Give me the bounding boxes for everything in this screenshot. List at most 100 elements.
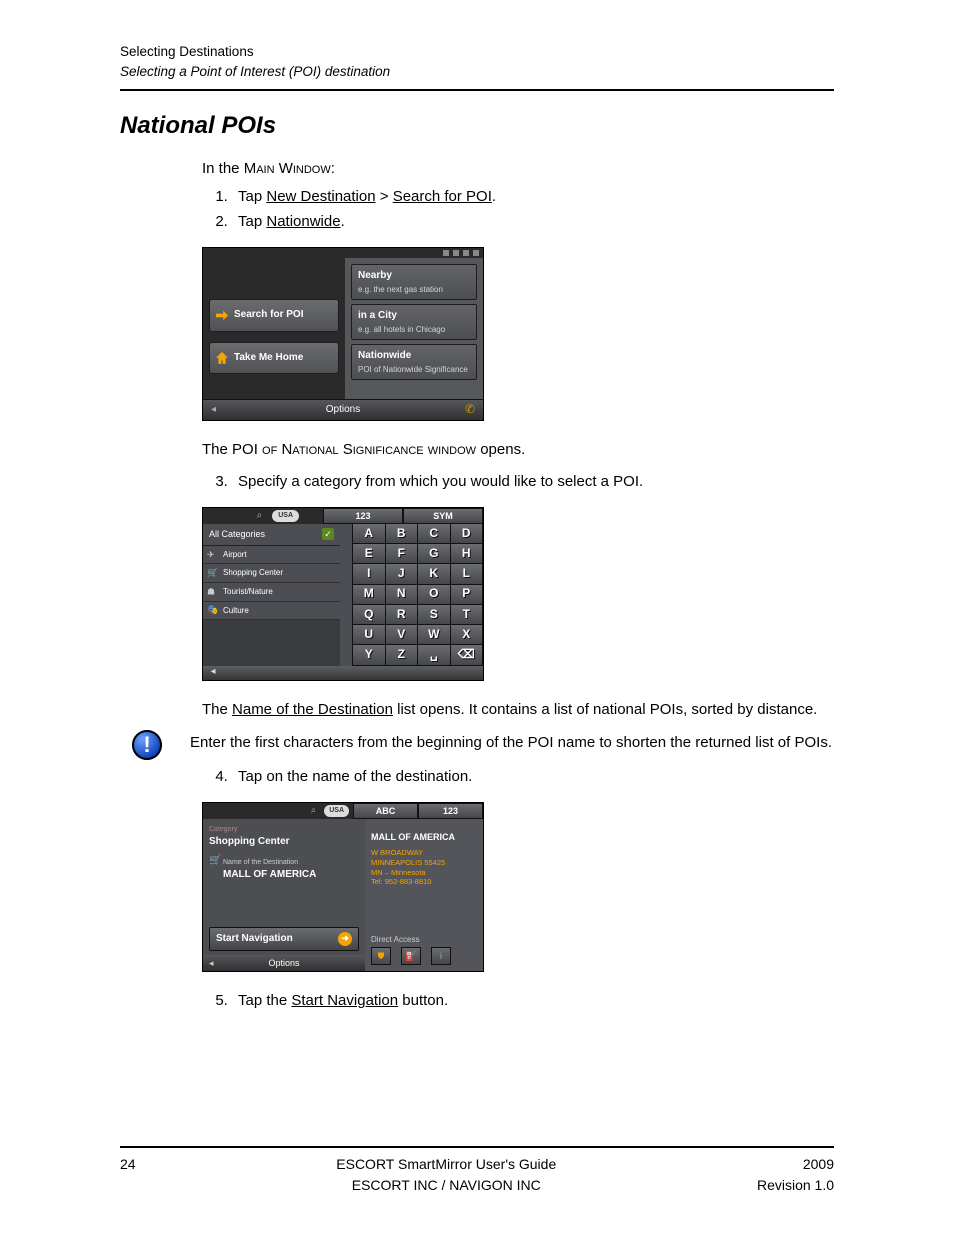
key-backspace[interactable]: ⌫ [451, 645, 483, 664]
note-block: ! Enter the first characters from the be… [132, 730, 834, 760]
key-l[interactable]: L [451, 564, 483, 583]
category-value: Shopping Center [209, 835, 359, 850]
steps-list-a: Tap New Destination > Search for POI. Ta… [212, 186, 834, 234]
key-c[interactable]: C [418, 524, 450, 543]
dest-name-label: Name of the Destination [223, 858, 359, 868]
direct-access-btn-3[interactable]: i [431, 947, 451, 965]
key-n[interactable]: N [386, 585, 418, 604]
screenshot-categories-keyboard: ⌕ USA 123 SYM All Categories ✓ ✈Airport … [202, 507, 484, 681]
direct-access-label: Direct Access [371, 934, 477, 946]
key-i[interactable]: I [353, 564, 385, 583]
country-pill[interactable]: USA [324, 805, 349, 817]
key-k[interactable]: K [418, 564, 450, 583]
step-2: Tap Nationwide. [232, 211, 834, 233]
tab-abc[interactable]: ABC [353, 803, 418, 819]
culture-icon: 🎭 [207, 604, 218, 617]
start-navigation-button[interactable]: Start Navigation ➜ [209, 927, 359, 952]
cat-shopping[interactable]: 🛒Shopping Center [203, 564, 340, 583]
footer-title: ESCORT SmartMirror User's Guide [136, 1154, 757, 1174]
scroll-bar[interactable] [340, 524, 352, 666]
key-s[interactable]: S [418, 605, 450, 624]
addr-line-1: W BROADWAY [371, 848, 477, 858]
key-r[interactable]: R [386, 605, 418, 624]
link-search-for-poi: Search for POI [393, 188, 492, 205]
after-step-2-text: The POI of National Significance window … [202, 439, 834, 461]
phone-icon[interactable]: ✆ [465, 401, 475, 418]
step-4: Tap on the name of the destination. [232, 766, 834, 788]
key-v[interactable]: V [386, 625, 418, 644]
step-5: Tap the Start Navigation button. [232, 990, 834, 1012]
footer-revision: Revision 1.0 [757, 1175, 834, 1195]
all-categories-row[interactable]: All Categories ✓ [203, 524, 340, 546]
check-icon: ✓ [322, 528, 334, 540]
key-y[interactable]: Y [353, 645, 385, 664]
cat-airport[interactable]: ✈Airport [203, 546, 340, 565]
key-m[interactable]: M [353, 585, 385, 604]
screenshot-destination-result: ⌕ USA ABC 123 Category Shopping Center 🛒… [202, 802, 484, 972]
opt-in-a-city[interactable]: in a Citye.g. all hotels in Chicago [351, 304, 477, 340]
key-z[interactable]: Z [386, 645, 418, 664]
direct-access-btn-1[interactable]: ⛊ [371, 947, 391, 965]
key-x[interactable]: X [451, 625, 483, 644]
back-icon[interactable]: ◂ [203, 665, 223, 680]
tab-sym[interactable]: SYM [403, 508, 483, 524]
key-b[interactable]: B [386, 524, 418, 543]
key-e[interactable]: E [353, 544, 385, 563]
arrow-icon [216, 309, 228, 321]
back-icon[interactable]: ◂ [209, 957, 214, 970]
key-q[interactable]: Q [353, 605, 385, 624]
country-pill[interactable]: USA [272, 510, 299, 522]
opt-nearby[interactable]: Nearbye.g. the next gas station [351, 264, 477, 300]
back-icon[interactable]: ◂ [211, 403, 216, 418]
key-g[interactable]: G [418, 544, 450, 563]
opt-nationwide[interactable]: NationwidePOI of Nationwide Significance [351, 344, 477, 380]
steps-list-b: Specify a category from which you would … [212, 471, 834, 493]
key-d[interactable]: D [451, 524, 483, 543]
category-label: Category [209, 825, 359, 835]
cart-icon: 🛒 [209, 854, 221, 869]
cart-icon: 🛒 [207, 567, 218, 580]
airport-icon: ✈ [207, 548, 215, 561]
header-line2: Selecting a Point of Interest (POI) dest… [120, 62, 834, 82]
key-o[interactable]: O [418, 585, 450, 604]
key-p[interactable]: P [451, 585, 483, 604]
intro-line: In the Main Window: [202, 158, 834, 180]
tab-123[interactable]: 123 [323, 508, 403, 524]
key-f[interactable]: F [386, 544, 418, 563]
link-nationwide: Nationwide [266, 213, 340, 230]
keyboard: A B C D E F G H I J K L M N O P Q [352, 524, 483, 666]
step-1: Tap New Destination > Search for POI. [232, 186, 834, 208]
key-t[interactable]: T [451, 605, 483, 624]
key-j[interactable]: J [386, 564, 418, 583]
steps-list-c: Tap on the name of the destination. [212, 766, 834, 788]
tab-123[interactable]: 123 [418, 803, 483, 819]
addr-line-3: MN – Minnesota [371, 868, 477, 878]
link-start-navigation: Start Navigation [291, 992, 398, 1009]
btn-take-me-home[interactable]: Take Me Home [209, 342, 339, 375]
go-icon: ➜ [338, 932, 352, 946]
key-u[interactable]: U [353, 625, 385, 644]
screenshot-search-poi: Search for POI Take Me Home Nearbye.g. t… [202, 247, 484, 421]
link-name-of-destination: Name of the Destination [232, 701, 393, 718]
footer-company: ESCORT INC / NAVIGON INC [136, 1175, 757, 1195]
btn-search-for-poi[interactable]: Search for POI [209, 299, 339, 332]
direct-access-btn-2[interactable]: ⛽ [401, 947, 421, 965]
result-title: MALL OF AMERICA [371, 831, 477, 844]
magnifier-icon[interactable]: ⌕ [257, 509, 263, 523]
key-w[interactable]: W [418, 625, 450, 644]
cat-tourist[interactable]: ☗Tourist/Nature [203, 583, 340, 602]
magnifier-icon[interactable]: ⌕ [311, 804, 317, 819]
key-space[interactable]: ␣ [418, 645, 450, 664]
cat-culture[interactable]: 🎭Culture [203, 602, 340, 621]
after-step-3-text: The Name of the Destination list opens. … [202, 699, 834, 721]
dest-name-value: MALL OF AMERICA [223, 868, 359, 883]
status-bar [203, 248, 483, 258]
header-rule [120, 89, 834, 91]
key-a[interactable]: A [353, 524, 385, 543]
key-h[interactable]: H [451, 544, 483, 563]
footer-year: 2009 [757, 1154, 834, 1174]
options-label[interactable]: Options [268, 957, 299, 970]
section-title: National POIs [120, 109, 834, 144]
options-label[interactable]: Options [326, 403, 360, 418]
step-3: Specify a category from which you would … [232, 471, 834, 493]
